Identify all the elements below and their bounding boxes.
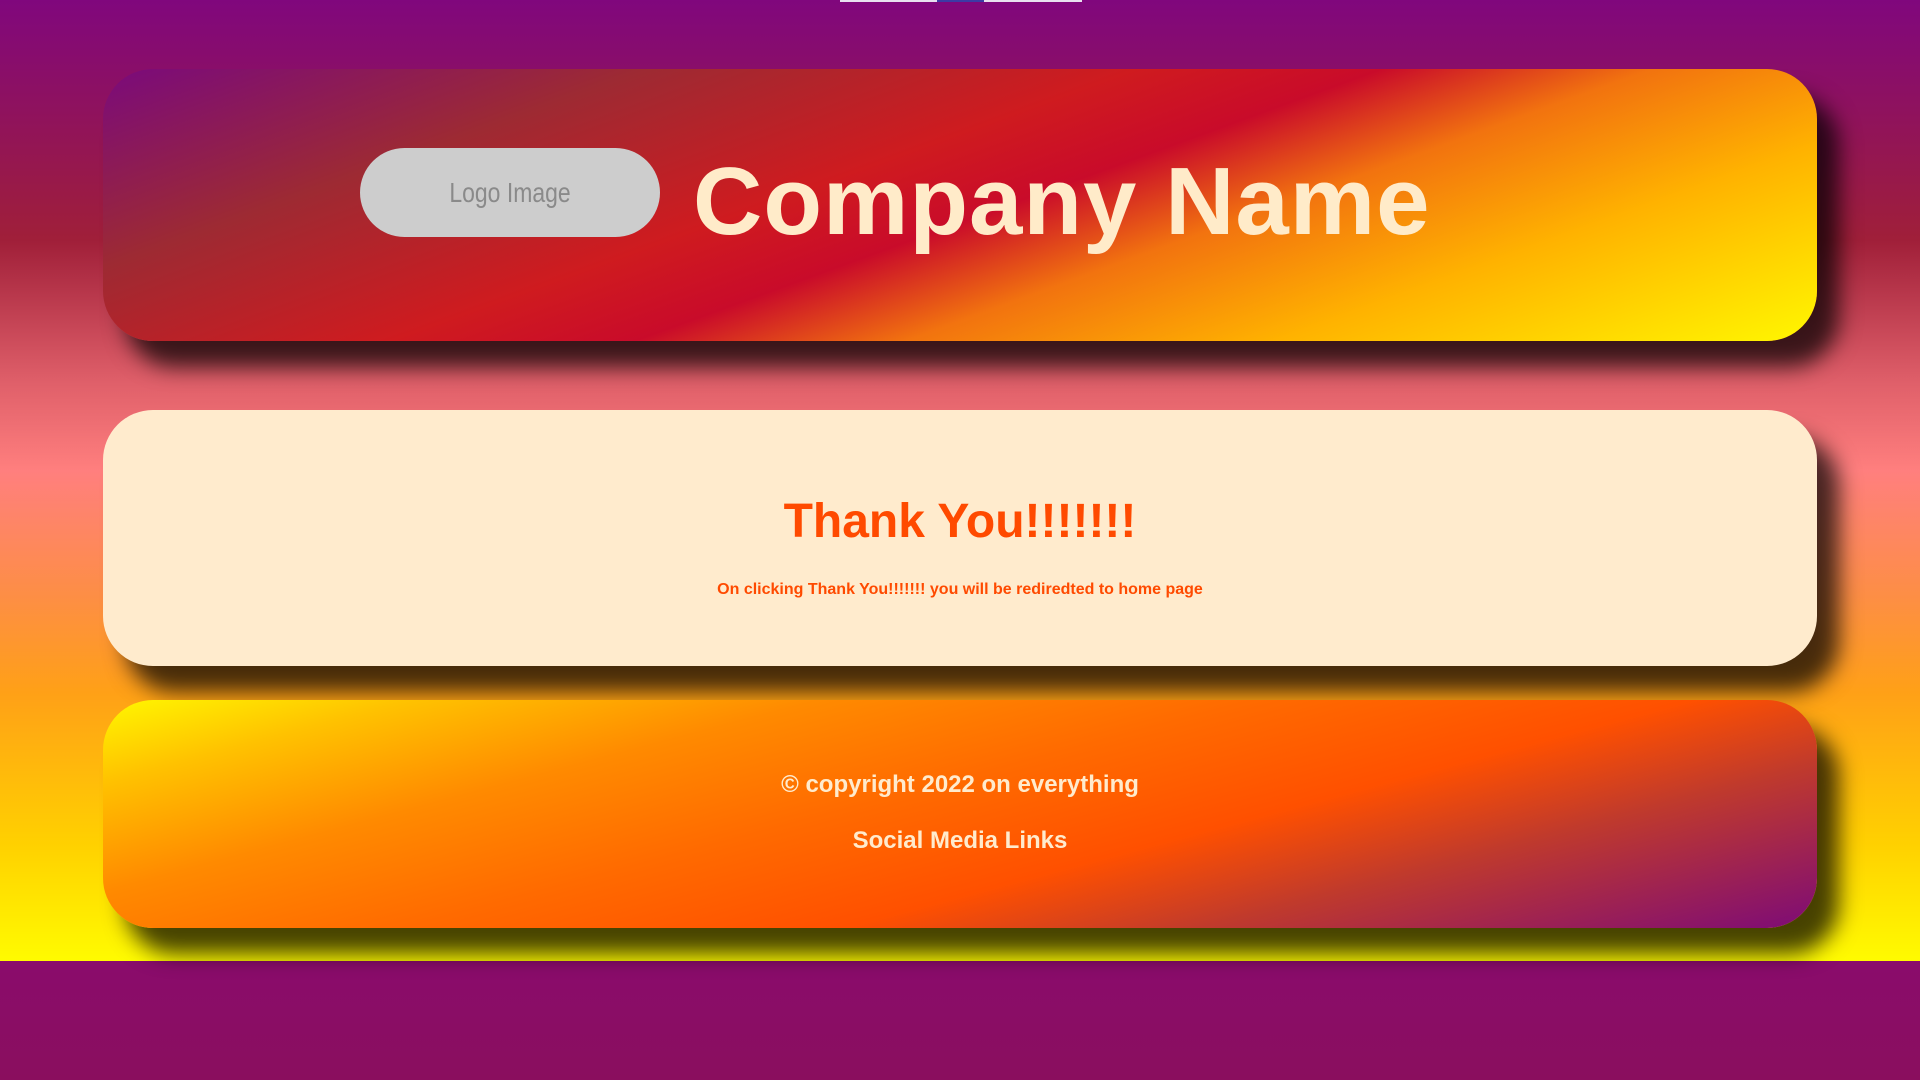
top-strip-right [984, 0, 1082, 2]
company-name: Company Name [693, 148, 1431, 255]
thank-you-card: Thank You!!!!!!! On clicking Thank You!!… [103, 410, 1817, 666]
top-strip-middle [937, 0, 984, 2]
redirect-note: On clicking Thank You!!!!!!! you will be… [717, 581, 1203, 598]
logo-placeholder: Logo Image [360, 148, 660, 237]
footer-card: © copyright 2022 on everything Social Me… [103, 700, 1817, 928]
copyright-text: © copyright 2022 on everything [781, 771, 1139, 798]
social-media-links[interactable]: Social Media Links [103, 826, 1817, 856]
top-strip-left [840, 0, 937, 2]
logo-label: Logo Image [449, 177, 571, 208]
header-card: Logo Image Company Name [103, 69, 1817, 341]
thank-you-link[interactable]: Thank You!!!!!!! [103, 494, 1817, 550]
